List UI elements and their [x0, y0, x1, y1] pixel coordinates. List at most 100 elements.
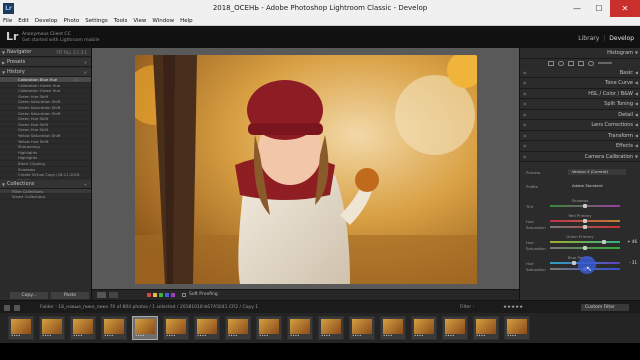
panel-switch-icon[interactable]: ◉ — [523, 68, 527, 79]
panel-section-header[interactable]: ◉ Camera Calibration ▼ — [520, 152, 640, 163]
filmstrip-thumbnail[interactable]: •••• — [132, 316, 158, 340]
history-item[interactable]: Create Virtual Copy (18.11.2018 21:10) — [0, 172, 91, 183]
second-window-icon[interactable] — [14, 305, 20, 311]
module-library[interactable]: Library — [578, 35, 599, 42]
navigator-header[interactable]: ▼ Navigator FIT FILL 1:1 3:1 — [0, 48, 91, 57]
filmstrip-thumbnail[interactable]: •••• — [411, 316, 437, 340]
identity-mobile-prompt[interactable]: Get started with Lightroom mobile — [22, 38, 100, 43]
slider-knob[interactable] — [583, 246, 587, 250]
filmstrip-thumbnail[interactable]: •••• — [256, 316, 282, 340]
menu-tools[interactable]: Tools — [114, 17, 128, 25]
filmstrip-thumbnail[interactable]: •••• — [442, 316, 468, 340]
panel-switch-icon[interactable]: ◉ — [523, 120, 527, 131]
main-photo[interactable] — [135, 55, 477, 284]
filmstrip-thumbnail[interactable]: •••• — [70, 316, 96, 340]
histogram-header[interactable]: Histogram ▼ — [520, 48, 640, 59]
menu-help[interactable]: Help — [180, 17, 193, 25]
filmstrip-thumbnail[interactable]: •••• — [287, 316, 313, 340]
filmstrip-thumbnail[interactable]: •••• — [39, 316, 65, 340]
slider-knob[interactable] — [583, 204, 587, 208]
filmstrip-thumbnail[interactable]: •••• — [380, 316, 406, 340]
identity-user[interactable]: Anonymous Client CC — [22, 32, 71, 37]
brush-tool-icon[interactable] — [598, 62, 612, 64]
filmstrip-thumbnail[interactable]: •••• — [101, 316, 127, 340]
menu-edit[interactable]: Edit — [18, 17, 29, 25]
lightroom-logo: Lr — [6, 30, 19, 43]
panel-section-header[interactable]: ◉ HSL / Color / B&W ◀ — [520, 89, 640, 100]
photo-canvas[interactable] — [92, 48, 519, 289]
slider-knob[interactable] — [602, 240, 606, 244]
process-select[interactable]: Version 4 (Current) — [568, 169, 626, 175]
filmstrip-thumbnail[interactable]: •••• — [8, 316, 34, 340]
process-label: Process — [526, 170, 541, 175]
green-hue-value[interactable]: + 46 — [627, 239, 637, 244]
presets-header[interactable]: ▶ Presets + — [0, 58, 91, 67]
spot-removal-icon[interactable] — [558, 60, 564, 66]
panel-section-header[interactable]: ◉ Effects ◀ — [520, 141, 640, 152]
menu-settings[interactable]: Settings — [85, 17, 108, 25]
panel-switch-icon[interactable]: ◉ — [523, 78, 527, 89]
add-collection-icon[interactable]: + — [84, 180, 87, 189]
slider-knob[interactable] — [583, 225, 587, 229]
filmstrip-thumbnail[interactable]: •••• — [194, 316, 220, 340]
panel-section-header[interactable]: ◉ Basic ◀ — [520, 68, 640, 79]
profile-select[interactable]: Adobe Standard — [568, 183, 626, 189]
radial-filter-icon[interactable] — [588, 60, 594, 66]
menu-view[interactable]: View — [133, 17, 146, 25]
menu-file[interactable]: File — [3, 17, 12, 25]
menu-develop[interactable]: Develop — [35, 17, 58, 25]
loupe-view-icon[interactable] — [97, 292, 106, 298]
thumbnail-rating: •••• — [321, 333, 331, 338]
panel-switch-icon[interactable]: ◉ — [523, 99, 527, 110]
red-eye-icon[interactable] — [568, 60, 574, 66]
close-button[interactable]: ✕ — [610, 0, 640, 17]
menu-window[interactable]: Window — [152, 17, 174, 25]
panel-section-label: Detail — [618, 111, 633, 118]
panel-switch-icon[interactable]: ◉ — [523, 110, 527, 121]
clear-history-icon[interactable]: ✕ — [84, 68, 87, 77]
menu-photo[interactable]: Photo — [64, 17, 80, 25]
filmstrip-thumbnail[interactable]: •••• — [473, 316, 499, 340]
panel-section-header[interactable]: ◉ Split Toning ◀ — [520, 99, 640, 110]
panel-section-header[interactable]: ◉ Lens Corrections ◀ — [520, 120, 640, 131]
filmstrip-thumbnail[interactable]: •••• — [163, 316, 189, 340]
crop-tool-icon[interactable] — [548, 60, 554, 66]
paste-button[interactable]: Paste — [51, 292, 89, 299]
panel-switch-icon[interactable]: ◉ — [523, 152, 527, 163]
module-develop[interactable]: Develop — [609, 35, 634, 42]
flag-purple-icon[interactable] — [171, 293, 175, 297]
panel-section-header[interactable]: ◉ Tone Curve ◀ — [520, 78, 640, 89]
flag-red-icon[interactable] — [147, 293, 151, 297]
collections-header[interactable]: ▼ Collections + — [0, 179, 91, 189]
history-header[interactable]: ▼ History ✕ — [0, 68, 91, 77]
blue-hue-value[interactable]: - 31 — [629, 260, 637, 265]
before-after-icon[interactable] — [109, 292, 118, 298]
collection-item[interactable]: Smart Collections — [0, 194, 91, 200]
flag-yellow-icon[interactable] — [153, 293, 157, 297]
panel-switch-icon[interactable]: ◉ — [523, 89, 527, 100]
soft-proof-checkbox[interactable] — [182, 293, 186, 297]
slider-knob[interactable] — [583, 219, 587, 223]
panel-switch-icon[interactable]: ◉ — [523, 141, 527, 152]
thumbnail-image — [290, 319, 310, 334]
copy-button[interactable]: Copy... — [10, 292, 48, 299]
panel-section-header[interactable]: ◉ Detail ◀ — [520, 110, 640, 121]
filmstrip-thumbnail[interactable]: •••• — [349, 316, 375, 340]
history-item-label: Green Hue Shift — [18, 116, 49, 122]
add-preset-icon[interactable]: + — [84, 58, 87, 67]
filmstrip-thumbnail[interactable]: •••• — [504, 316, 530, 340]
graduated-filter-icon[interactable] — [578, 60, 584, 66]
custom-filter-select[interactable]: Custom Filter — [581, 304, 629, 311]
minimize-button[interactable]: — — [566, 0, 588, 17]
panel-switch-icon[interactable]: ◉ — [523, 131, 527, 142]
flag-green-icon[interactable] — [159, 293, 163, 297]
zoom-options[interactable]: FIT FILL 1:1 3:1 — [56, 48, 87, 57]
filmstrip-thumbnail[interactable]: •••• — [318, 316, 344, 340]
maximize-button[interactable]: ☐ — [588, 0, 610, 17]
slider-knob[interactable] — [572, 261, 576, 265]
flag-blue-icon[interactable] — [165, 293, 169, 297]
grid-view-icon[interactable] — [4, 305, 10, 311]
panel-section-header[interactable]: ◉ Transform ◀ — [520, 131, 640, 142]
filmstrip-thumbnail[interactable]: •••• — [225, 316, 251, 340]
green-hue-slider[interactable] — [550, 241, 620, 243]
